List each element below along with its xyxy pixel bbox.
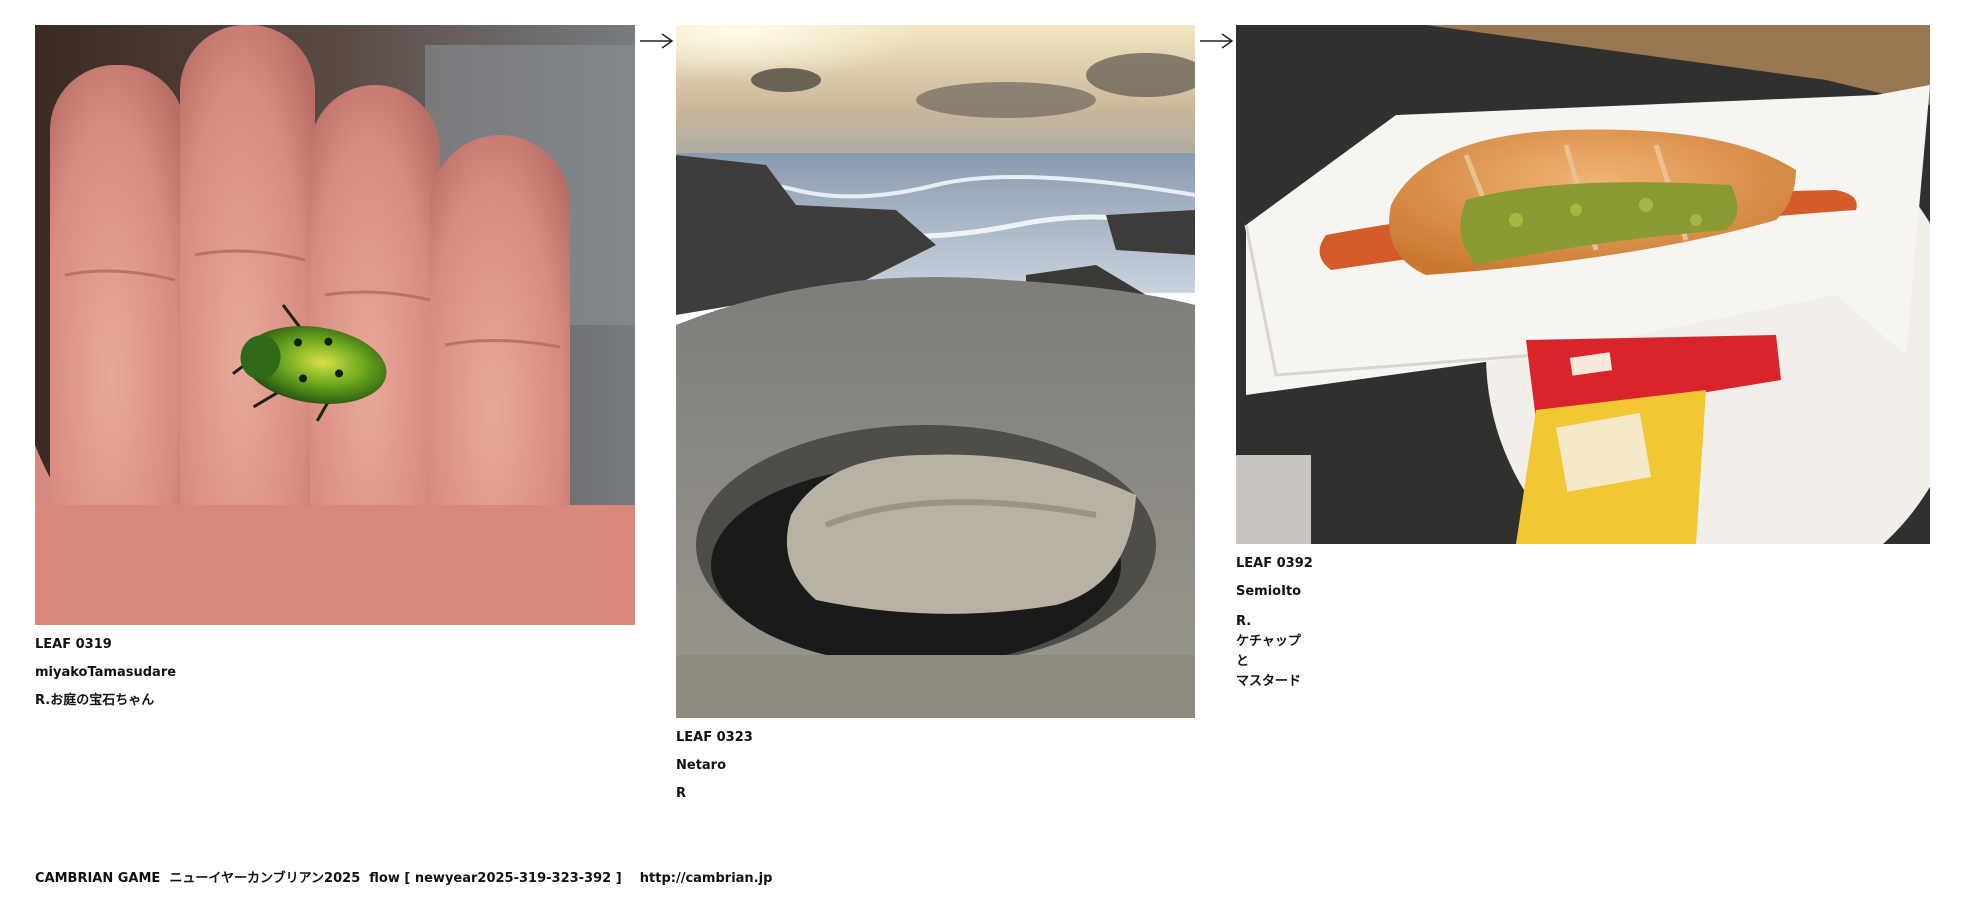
jewel-beetle-on-hand-photo[interactable] bbox=[35, 25, 635, 625]
right-arrow-icon bbox=[640, 33, 674, 49]
leaf-comment-line: R. bbox=[1236, 614, 1252, 629]
leaf-comment-line: ケチャップ bbox=[1236, 634, 1301, 649]
leaf-id: LEAF 0319 bbox=[35, 637, 112, 652]
hotdog-ketchup-mustard-photo[interactable] bbox=[1236, 25, 1930, 544]
leaf-card-0319: LEAF 0319 miyakoTamasudare R.お庭の宝石ちゃん bbox=[35, 25, 635, 709]
leaf-card-0323: LEAF 0323 Netaro R bbox=[676, 25, 1195, 802]
leaf-author[interactable]: miyakoTamasudare bbox=[35, 665, 635, 681]
flow-footer: CAMBRIAN GAME ニューイヤーカンブリアン2025 flow [ ne… bbox=[35, 871, 773, 886]
leaf-comment-line: と bbox=[1236, 654, 1250, 669]
rocky-seashore-photo[interactable] bbox=[676, 25, 1195, 718]
leaf-comment-line: マスタード bbox=[1236, 674, 1302, 689]
leaf-author[interactable]: Netaro bbox=[676, 758, 1195, 774]
leaf-comment: R bbox=[676, 786, 687, 801]
leaf-author[interactable]: SemioIto bbox=[1236, 584, 1930, 600]
flow-page: LEAF 0319 miyakoTamasudare R.お庭の宝石ちゃん LE… bbox=[0, 0, 1964, 900]
leaf-comment: R.お庭の宝石ちゃん bbox=[35, 693, 155, 708]
right-arrow-icon bbox=[1200, 33, 1234, 49]
leaf-id: LEAF 0323 bbox=[676, 730, 753, 745]
leaf-card-0392: LEAF 0392 SemioIto R. ケチャップ と マスタード bbox=[1236, 25, 1930, 692]
leaf-comment: R. ケチャップ と マスタード bbox=[1236, 612, 1930, 692]
leaf-id: LEAF 0392 bbox=[1236, 556, 1313, 571]
